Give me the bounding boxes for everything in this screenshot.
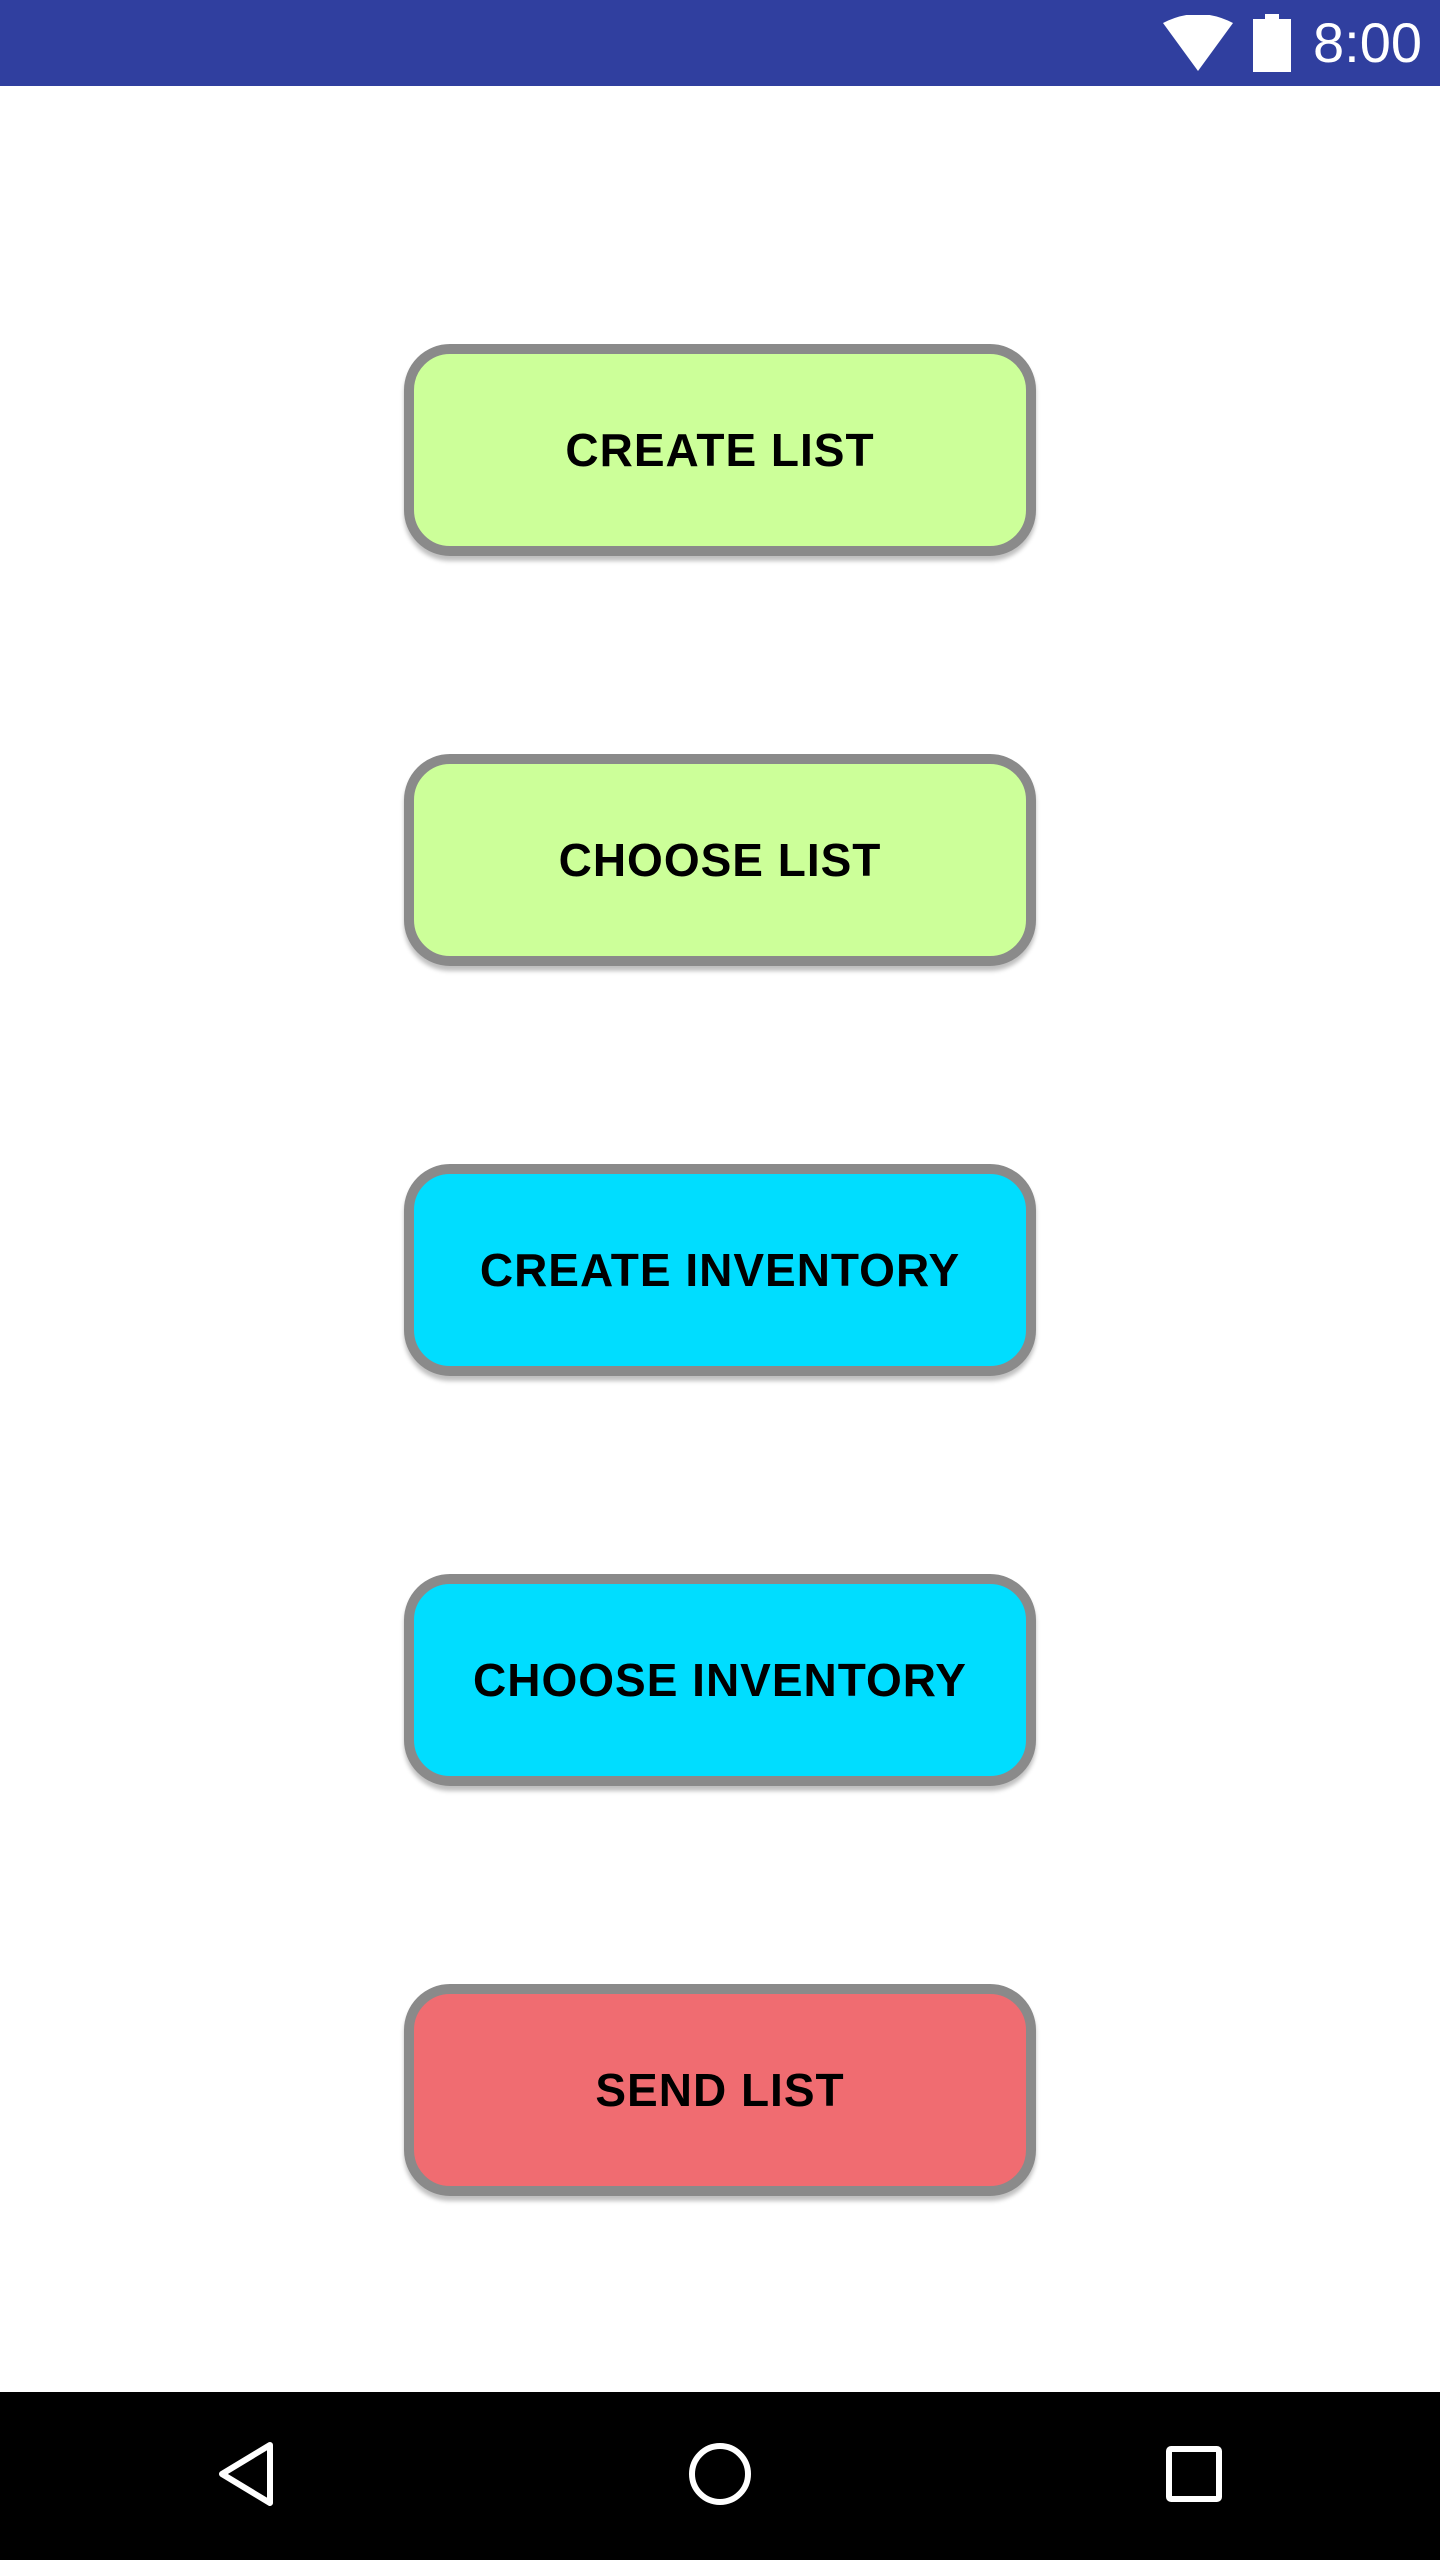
home-button[interactable] [620, 2392, 820, 2560]
choose-inventory-label: CHOOSE INVENTORY [473, 1654, 967, 1706]
home-icon [687, 2441, 753, 2512]
status-icons: 8:00 [1163, 0, 1422, 86]
wifi-icon [1163, 15, 1233, 71]
navigation-bar [0, 2392, 1440, 2560]
choose-inventory-button[interactable]: CHOOSE INVENTORY [404, 1574, 1036, 1786]
back-button[interactable] [146, 2392, 346, 2560]
send-list-button[interactable]: SEND LIST [404, 1984, 1036, 2196]
recents-icon [1165, 2445, 1223, 2508]
app-screen: 8:00 CREATE LIST CHOOSE LIST CREATE INVE… [0, 0, 1440, 2560]
recents-button[interactable] [1094, 2392, 1294, 2560]
choose-list-label: CHOOSE LIST [558, 834, 882, 886]
create-inventory-button[interactable]: CREATE INVENTORY [404, 1164, 1036, 1376]
status-bar: 8:00 [0, 0, 1440, 86]
send-list-label: SEND LIST [595, 2064, 845, 2116]
back-icon [216, 2440, 276, 2513]
create-inventory-label: CREATE INVENTORY [479, 1244, 961, 1296]
battery-icon [1253, 14, 1291, 72]
status-time: 8:00 [1313, 11, 1422, 74]
create-list-button[interactable]: CREATE LIST [404, 344, 1036, 556]
create-list-label: CREATE LIST [565, 424, 875, 476]
choose-list-button[interactable]: CHOOSE LIST [404, 754, 1036, 966]
